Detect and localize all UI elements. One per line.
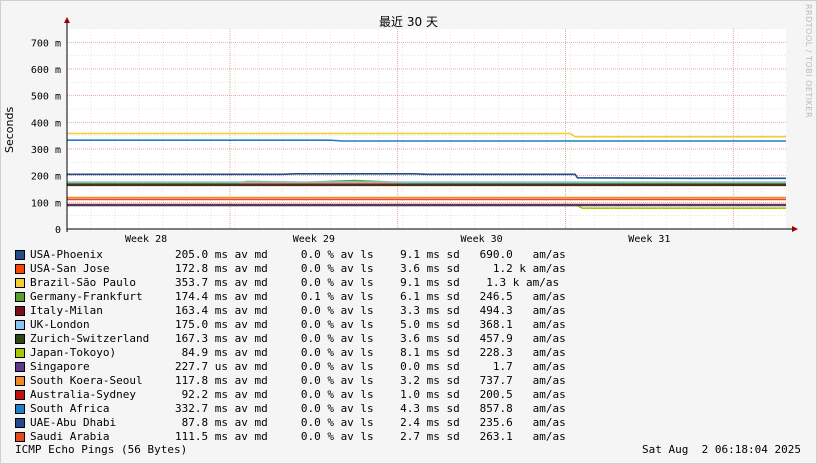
- legend-series-stats: 227.7 us av md 0.0 % av ls 0.0 ms sd 1.7…: [175, 360, 566, 373]
- x-tick-label: Week 28: [125, 234, 167, 245]
- legend-series-stats: 111.5 ms av md 0.0 % av ls 2.7 ms sd 263…: [175, 430, 566, 443]
- y-tick-label: 400 m: [31, 118, 61, 129]
- legend-swatch: [15, 250, 25, 260]
- legend-swatch: [15, 264, 25, 274]
- y-tick-label: 600 m: [31, 65, 61, 76]
- legend-swatch: [15, 390, 25, 400]
- y-tick-label: 700 m: [31, 38, 61, 49]
- y-tick-label: 300 m: [31, 145, 61, 156]
- legend-series-name: Italy-Milan: [30, 304, 103, 317]
- legend-series-stats: 92.2 ms av md 0.0 % av ls 1.0 ms sd 200.…: [175, 388, 566, 401]
- y-tick-label: 100 m: [31, 198, 61, 209]
- legend-swatch: [15, 306, 25, 316]
- y-tick-label: 0: [55, 225, 61, 236]
- legend-series-name: UAE-Abu Dhabi: [30, 416, 117, 429]
- legend-series-name: Singapore: [30, 360, 90, 373]
- legend-series-name: Japan-Tokoyo): [30, 346, 117, 359]
- legend-series-name: Saudi Arabia: [30, 430, 110, 443]
- footer-probe-description: ICMP Echo Pings (56 Bytes): [15, 443, 188, 456]
- legend-swatch: [15, 432, 25, 442]
- legend-swatch: [15, 334, 25, 344]
- legend-series-stats: 87.8 ms av md 0.0 % av ls 2.4 ms sd 235.…: [175, 416, 566, 429]
- legend-swatch: [15, 362, 25, 372]
- y-axis-label: Seconds: [3, 107, 16, 153]
- y-tick-label: 500 m: [31, 92, 61, 103]
- legend-series-stats: 172.8 ms av md 0.0 % av ls 3.6 ms sd 1.2…: [175, 262, 566, 275]
- legend-series-stats: 174.4 ms av md 0.1 % av ls 6.1 ms sd 246…: [175, 290, 566, 303]
- x-tick-label: Week 29: [293, 234, 335, 245]
- legend-series-name: UK-London: [30, 318, 90, 331]
- x-axis-arrow: [792, 226, 798, 232]
- legend-series-stats: 332.7 ms av md 0.0 % av ls 4.3 ms sd 857…: [175, 402, 566, 415]
- legend-series-stats: 353.7 ms av md 0.0 % av ls 9.1 ms sd 1.3…: [175, 276, 560, 289]
- legend-series-name: USA-San Jose: [30, 262, 110, 275]
- legend-series-name: Australia-Sydney: [30, 388, 136, 401]
- legend-series-stats: 167.3 ms av md 0.0 % av ls 3.6 ms sd 457…: [175, 332, 566, 345]
- legend-series-stats: 163.4 ms av md 0.0 % av ls 3.3 ms sd 494…: [175, 304, 566, 317]
- legend-series-stats: 205.0 ms av md 0.0 % av ls 9.1 ms sd 690…: [175, 248, 566, 261]
- legend-series-stats: 117.8 ms av md 0.0 % av ls 3.2 ms sd 737…: [175, 374, 566, 387]
- legend-series-stats: 84.9 ms av md 0.0 % av ls 8.1 ms sd 228.…: [175, 346, 566, 359]
- chart-title: 最近 30 天: [379, 15, 438, 29]
- series-line-south-africa: [67, 139, 786, 142]
- y-tick-label: 200 m: [31, 172, 61, 183]
- legend-swatch: [15, 418, 25, 428]
- legend-series-name: South Koera-Seoul: [30, 374, 143, 387]
- legend-swatch: [15, 376, 25, 386]
- x-tick-label: Week 30: [461, 234, 503, 245]
- legend-series-name: Brazil-São Paulo: [30, 276, 136, 289]
- footer-timestamp: Sat Aug 2 06:18:04 2025: [642, 443, 801, 456]
- legend-series-name: Zurich-Switzerland: [30, 332, 150, 345]
- legend-series-name: Germany-Frankfurt: [30, 290, 143, 303]
- x-tick-label: Week 31: [628, 234, 670, 245]
- legend-series-name: South Africa: [30, 402, 110, 415]
- legend-series-name: USA-Phoenix: [30, 248, 103, 261]
- legend-swatch: [15, 404, 25, 414]
- legend-swatch: [15, 348, 25, 358]
- legend-swatch: [15, 278, 25, 288]
- rrdtool-watermark: RRDTOOL / TOBI OETIKER: [804, 4, 813, 119]
- legend-series-stats: 175.0 ms av md 0.0 % av ls 5.0 ms sd 368…: [175, 318, 566, 331]
- legend-swatch: [15, 320, 25, 330]
- legend-swatch: [15, 292, 25, 302]
